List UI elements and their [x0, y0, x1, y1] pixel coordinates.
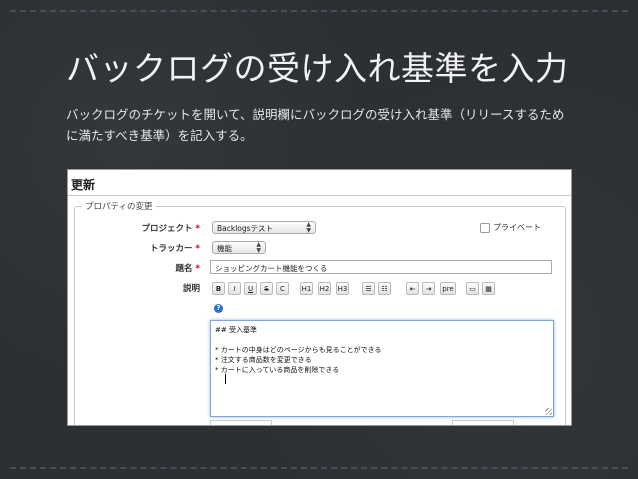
subject-label-text: 題名 [175, 264, 193, 274]
help-icon[interactable]: ? [214, 304, 223, 313]
description-line: * 注文する商品数を変更できる [215, 356, 312, 364]
required-mark: * [195, 244, 200, 254]
description-line: * カートの中身はどのページからも見ることができる [215, 346, 382, 354]
top-stitch-border [10, 10, 628, 12]
description-line: ## 受入基準 [215, 326, 257, 334]
required-mark: * [195, 264, 200, 274]
private-checkbox[interactable] [480, 223, 490, 233]
subject-input[interactable]: ショッピングカート機能をつくる [210, 260, 552, 274]
strikethrough-icon[interactable]: S [260, 282, 273, 295]
description-label: 説明 [182, 284, 200, 294]
unindent-icon[interactable]: ⇤ [406, 282, 419, 295]
unordered-list-icon[interactable]: ☰ [362, 282, 375, 295]
cut-off-field [452, 420, 514, 425]
project-select[interactable]: Backlogsテスト ▲ ▼ [212, 221, 316, 234]
indent-icon[interactable]: ⇥ [422, 282, 435, 295]
tracker-select-value: 機能 [217, 244, 232, 253]
resize-grip[interactable] [545, 408, 552, 415]
text-caret [225, 374, 226, 384]
header-divider [68, 195, 571, 196]
bold-icon[interactable]: B [212, 282, 225, 295]
subject-label: 題名 * [120, 262, 200, 274]
bottom-stitch-border [10, 467, 628, 469]
properties-legend: プロパティの変更 [82, 200, 156, 212]
tracker-select[interactable]: 機能 ▲ ▼ [212, 241, 266, 254]
select-arrows-icon: ▲ ▼ [306, 221, 311, 234]
cut-off-field [210, 420, 272, 425]
underline-icon[interactable]: U [244, 282, 257, 295]
required-mark: * [195, 224, 200, 234]
description-textarea[interactable]: ## 受入基準 * カートの中身はどのページからも見ることができる * 注文する… [210, 320, 554, 417]
tracker-label-text: トラッカー [150, 244, 193, 254]
heading3-icon[interactable]: H3 [336, 282, 349, 295]
code-icon[interactable]: C [276, 282, 289, 295]
project-label: プロジェクト * [120, 222, 200, 234]
slide-title: バックログの受け入れ基準を入力 [66, 49, 569, 88]
project-select-value: Backlogsテスト [217, 224, 274, 233]
slide-description: バックログのチケットを開いて、説明欄にバックログの受け入れ基準（リリースするため… [66, 107, 565, 143]
italic-icon[interactable]: I [228, 282, 241, 295]
heading1-icon[interactable]: H1 [300, 282, 313, 295]
project-label-text: プロジェクト [141, 224, 193, 234]
select-arrows-icon: ▲ ▼ [256, 241, 261, 254]
image-icon[interactable]: ▦ [482, 282, 495, 295]
issue-edit-screenshot: 更新 プロパティの変更 プロジェクト * Backlogsテスト ▲ ▼ プライベー… [68, 170, 571, 425]
form-header: 更新 [71, 178, 96, 192]
private-label: プライベート [493, 223, 541, 232]
link-icon[interactable]: ▭ [466, 282, 479, 295]
tracker-label: トラッカー * [120, 242, 200, 254]
description-line: * カートに入っている商品を削除できる [215, 366, 340, 374]
ordered-list-icon[interactable]: ☷ [378, 282, 391, 295]
heading2-icon[interactable]: H2 [318, 282, 331, 295]
preformatted-icon[interactable]: pre [440, 282, 456, 295]
